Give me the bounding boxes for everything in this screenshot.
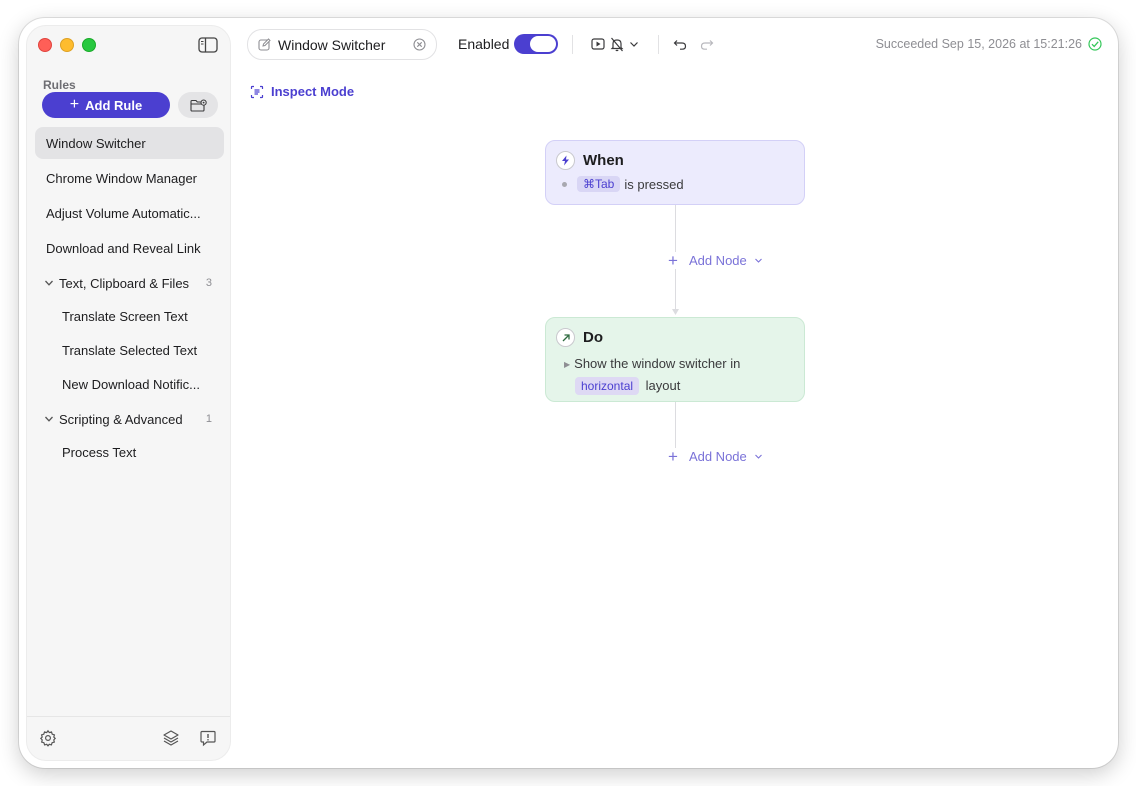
- when-title: When: [583, 152, 624, 169]
- undo-icon[interactable]: [672, 36, 688, 52]
- add-rule-button[interactable]: + Add Rule: [42, 92, 170, 118]
- add-node-button[interactable]: + Add Node: [668, 448, 763, 465]
- layers-icon[interactable]: [162, 729, 180, 747]
- enabled-label: Enabled: [458, 36, 510, 52]
- gear-icon[interactable]: [39, 729, 57, 747]
- add-node-button[interactable]: + Add Node: [668, 252, 763, 269]
- rule-name-value: Window Switcher: [278, 36, 386, 53]
- node-connector: [675, 402, 676, 450]
- rule-list: Window Switcher Chrome Window Manager Ad…: [35, 127, 224, 471]
- app-window: Rules + Add Rule Window Switcher Chrome …: [19, 18, 1118, 768]
- inspect-mode-label: Inspect Mode: [271, 84, 355, 99]
- sidebar-icon[interactable]: [198, 37, 218, 53]
- sidebar-footer: [27, 716, 230, 760]
- chevron-down-icon[interactable]: [628, 36, 640, 52]
- shortcut-chip[interactable]: ⌘Tab: [577, 176, 621, 192]
- enabled-toggle[interactable]: [514, 34, 558, 54]
- do-title: Do: [583, 329, 603, 346]
- do-node[interactable]: Do ▶ Show the window switcher in horizont…: [545, 317, 805, 402]
- close-window-button[interactable]: [38, 38, 52, 52]
- group-label: Scripting & Advanced: [59, 411, 183, 427]
- toolbar-divider: [572, 35, 573, 54]
- when-node[interactable]: When ⌘Tab is pressed: [545, 140, 805, 205]
- rules-heading: Rules: [43, 78, 76, 92]
- do-action: ▶ Show the window switcher in horizontal …: [556, 353, 792, 396]
- group-text-clipboard-files[interactable]: Text, Clipboard & Files 3: [35, 267, 224, 299]
- disclosure-triangle-icon[interactable]: ▶: [564, 354, 570, 375]
- play-icon[interactable]: [590, 36, 606, 52]
- inspect-mode-button[interactable]: Inspect Mode: [250, 84, 354, 99]
- rule-item-adjust-volume[interactable]: Adjust Volume Automatic...: [35, 197, 224, 229]
- rule-item-chrome-window-manager[interactable]: Chrome Window Manager: [35, 162, 224, 194]
- connector-arrow: [672, 309, 679, 315]
- bolt-icon: [556, 151, 575, 170]
- zoom-window-button[interactable]: [82, 38, 96, 52]
- new-folder-button[interactable]: [178, 92, 218, 118]
- rule-item-window-switcher[interactable]: Window Switcher: [35, 127, 224, 159]
- toggle-knob: [530, 36, 556, 52]
- rule-item-translate-selected[interactable]: Translate Selected Text: [35, 335, 224, 366]
- rule-item-process-text[interactable]: Process Text: [35, 437, 224, 468]
- redo-icon[interactable]: [699, 36, 715, 52]
- trigger-text: is pressed: [624, 176, 684, 192]
- bell-slash-icon[interactable]: [609, 36, 625, 52]
- chevron-down-icon: [754, 454, 762, 459]
- run-status: Succeeded Sep 15, 2026 at 15:21:26: [875, 37, 1082, 51]
- rule-name-field[interactable]: Window Switcher: [247, 29, 437, 60]
- add-node-label: Add Node: [688, 449, 747, 464]
- rule-item-new-download[interactable]: New Download Notific...: [35, 369, 224, 400]
- add-node-label: Add Node: [688, 253, 747, 268]
- window-controls: [38, 38, 96, 52]
- toolbar-divider: [658, 35, 659, 54]
- checkmark-circle-icon: [1088, 37, 1102, 51]
- group-label: Text, Clipboard & Files: [59, 275, 190, 291]
- minimize-window-button[interactable]: [60, 38, 74, 52]
- sidebar: Rules + Add Rule Window Switcher Chrome …: [26, 25, 231, 761]
- rule-item-download-reveal[interactable]: Download and Reveal Link: [35, 232, 224, 264]
- plus-icon: +: [69, 95, 80, 113]
- edit-icon: [258, 38, 271, 51]
- rule-item-translate-screen[interactable]: Translate Screen Text: [35, 301, 224, 332]
- chevron-down-icon: [45, 280, 53, 286]
- bullet-icon: [562, 181, 567, 187]
- inspect-icon: [250, 85, 264, 98]
- group-count: 1: [205, 413, 212, 425]
- group-count: 3: [205, 277, 212, 289]
- plus-icon: +: [668, 447, 678, 466]
- action-text: Show the window switcher in: [574, 356, 741, 371]
- arrow-up-right-icon: [556, 328, 575, 347]
- plus-icon: +: [668, 251, 678, 270]
- layout-chip[interactable]: horizontal: [575, 377, 640, 395]
- feedback-icon[interactable]: [199, 729, 217, 747]
- chevron-down-icon: [754, 258, 762, 263]
- clear-icon[interactable]: [413, 38, 426, 51]
- when-trigger: ⌘Tab is pressed: [556, 176, 792, 192]
- add-rule-label: Add Rule: [85, 97, 143, 113]
- folder-badge-icon: [189, 99, 207, 112]
- action-suffix: layout: [645, 378, 681, 393]
- group-scripting-advanced[interactable]: Scripting & Advanced 1: [35, 403, 224, 435]
- chevron-down-icon: [45, 416, 53, 422]
